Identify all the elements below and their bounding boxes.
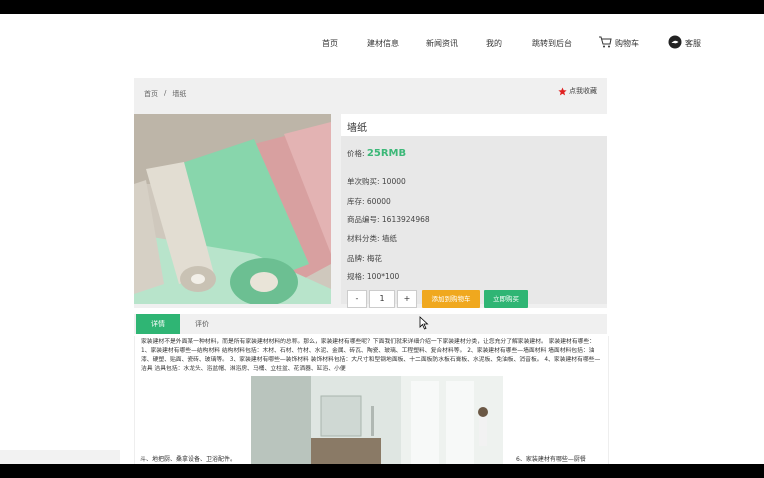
quantity-input[interactable]: 1 xyxy=(369,290,395,308)
add-to-cart-button[interactable]: 添加到购物车 xyxy=(422,290,480,308)
quantity-stepper: - 1 + xyxy=(347,290,419,308)
browser-viewport: 首页 建材信息 新闻资讯 我的 跳转到后台 购物车 客服 首页 / 墙纸 点我收… xyxy=(0,14,764,464)
category: 材料分类: 墙纸 xyxy=(347,234,397,243)
nav-cart-label: 购物车 xyxy=(615,39,639,48)
price-row: 价格: 25RMB xyxy=(347,148,406,159)
quantity-plus-button[interactable]: + xyxy=(397,290,417,308)
breadcrumb: 首页 / 墙纸 点我收藏 xyxy=(134,78,607,106)
brand: 品牌: 梅花 xyxy=(347,254,382,263)
favorite-label: 点我收藏 xyxy=(569,87,597,95)
price-value: 25RMB xyxy=(366,148,407,159)
description-tail-left: 斗、地把厨、桑拿设备、卫浴配件。 xyxy=(140,456,237,463)
buy-now-button[interactable]: 立即购买 xyxy=(484,290,528,308)
product-image xyxy=(134,114,331,304)
bathroom-image xyxy=(251,376,503,464)
tab-detail[interactable]: 详情 xyxy=(136,314,180,334)
nav-service[interactable]: 客服 xyxy=(668,34,701,49)
quantity-minus-button[interactable]: - xyxy=(347,290,367,308)
product-title: 墙纸 xyxy=(347,123,367,134)
customer-service-icon xyxy=(668,35,682,48)
stock: 库存: 60000 xyxy=(347,197,391,206)
spec: 规格: 100*100 xyxy=(347,272,400,281)
nav-materials[interactable]: 建材信息 xyxy=(367,38,399,49)
star-icon xyxy=(558,86,567,95)
nav-news[interactable]: 新闻资讯 xyxy=(426,38,458,49)
product-info: 墙纸 价格: 25RMB 单次购买: 10000 库存: 60000 商品编号:… xyxy=(341,114,607,308)
single-limit: 单次购买: 10000 xyxy=(347,177,406,186)
nav-home[interactable]: 首页 xyxy=(322,38,338,49)
product-description: 家装建材不是外面某一种材料，而是所有家装建材材料的总称。那么，家装建材有哪些呢？… xyxy=(134,336,609,464)
top-navigation: 首页 建材信息 新闻资讯 我的 跳转到后台 购物车 客服 xyxy=(0,34,764,54)
breadcrumb-current: 墙纸 xyxy=(172,90,187,98)
nav-service-label: 客服 xyxy=(685,39,701,48)
breadcrumb-home[interactable]: 首页 xyxy=(144,89,158,99)
taskbar-fragment xyxy=(0,450,120,464)
description-text: 家装建材不是外面某一种材料，而是所有家装建材材料的总称。那么，家装建材有哪些呢？… xyxy=(141,339,601,372)
description-tail-right: 6、家装建材有哪些—厨餐 xyxy=(516,456,586,463)
price-label: 价格: xyxy=(347,149,365,158)
breadcrumb-separator: / xyxy=(164,89,167,97)
product-panel: 首页 / 墙纸 点我收藏 墙纸 价格: 25RMB 单次购买: 10000 库存… xyxy=(134,78,607,308)
nav-cart[interactable]: 购物车 xyxy=(598,34,639,49)
wallpaper-rolls-image xyxy=(134,114,331,304)
nav-mine[interactable]: 我的 xyxy=(486,38,502,49)
bathroom-photo xyxy=(251,376,503,464)
favorite-button[interactable]: 点我收藏 xyxy=(558,86,597,96)
product-title-bar: 墙纸 xyxy=(341,114,607,136)
nav-admin[interactable]: 跳转到后台 xyxy=(532,38,572,49)
tab-review[interactable]: 评价 xyxy=(190,314,214,334)
detail-tabs: 详情 评价 xyxy=(134,314,607,334)
product-code: 商品编号: 1613924968 xyxy=(347,215,430,224)
mouse-cursor-icon xyxy=(419,316,429,330)
cart-icon xyxy=(599,36,612,47)
